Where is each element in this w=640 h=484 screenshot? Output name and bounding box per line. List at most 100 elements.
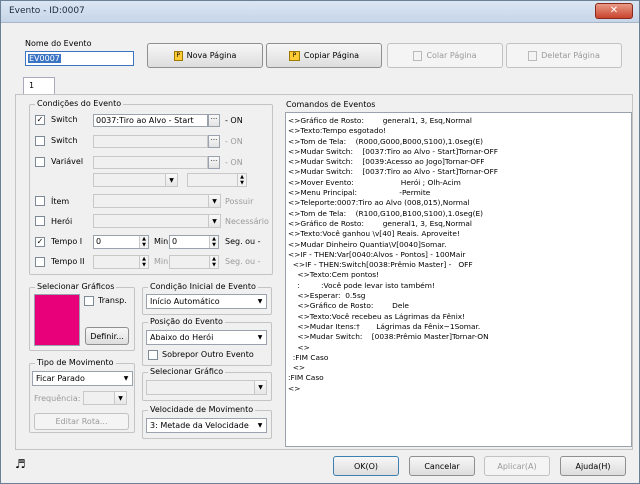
variable-browse-button[interactable]: ··· — [208, 156, 220, 169]
command-line[interactable]: <>Mover Evento: Herói ; Olh-Acim — [288, 178, 629, 188]
new-page-icon: P — [173, 50, 183, 61]
chevron-down-icon: ▼ — [254, 331, 266, 344]
command-line[interactable]: <>Gráfico de Rosto: general1, 3, Esq,Nor… — [288, 219, 629, 229]
command-line[interactable]: <>Teleporte:0007:Tiro ao Alvo (008,015),… — [288, 198, 629, 208]
help-label: Ajuda(H) — [575, 461, 611, 471]
chevron-down-icon: ▼ — [254, 381, 266, 394]
event-name-input[interactable]: EV0007 — [25, 51, 134, 66]
variable-operator-select[interactable]: ▼ — [93, 173, 178, 187]
commands-list[interactable]: <>Gráfico de Rosto: general1, 3, Esq,Nor… — [285, 112, 632, 447]
chevron-down-icon: ▼ — [254, 419, 266, 432]
chevron-down-icon: ▼ — [165, 174, 177, 186]
command-line[interactable]: <>Mudar Switch: [0039:Acesso ao Jogo]Tor… — [288, 157, 629, 167]
timer2-checkbox[interactable] — [35, 257, 45, 267]
spinner-icon[interactable]: ▲ ▼ — [139, 256, 148, 268]
command-line[interactable]: <>Texto:Tempo esgotado! — [288, 126, 629, 136]
switch2-browse-button[interactable]: ··· — [208, 135, 220, 148]
command-line[interactable]: <>IF - THEN:Switch[0038:Prêmio Master] -… — [288, 260, 629, 270]
spinner-icon[interactable]: ▲ ▼ — [209, 236, 218, 248]
overlap-checkbox[interactable] — [148, 350, 158, 360]
command-line[interactable]: <>Esperar: 0.5sg — [288, 291, 629, 301]
command-line[interactable]: :FIM Caso — [288, 353, 629, 363]
apply-button[interactable]: Aplicar(A) — [484, 456, 550, 476]
variable-field[interactable] — [93, 156, 208, 169]
frequency-select[interactable]: ▼ — [83, 391, 127, 405]
timer1-minutes-field[interactable]: 0 ▲ ▼ — [93, 235, 149, 249]
graphic-preview[interactable] — [34, 294, 80, 346]
movement-type-select[interactable]: Ficar Parado ▼ — [32, 371, 133, 386]
copy-page-button[interactable]: P Copiar Página — [266, 43, 382, 68]
movement-type-value: Ficar Parado — [36, 374, 85, 383]
timer2-seconds-field[interactable]: ▲ ▼ — [169, 255, 219, 269]
frequency-label: Frequência: — [34, 394, 81, 403]
event-position-select[interactable]: Abaixo do Herói ▼ — [146, 330, 267, 345]
variable-value-field[interactable]: ▲ ▼ — [187, 173, 247, 187]
cancel-button[interactable]: Cancelar — [409, 456, 475, 476]
transparent-checkbox[interactable] — [84, 296, 94, 306]
command-line[interactable]: <>Tom de Tela: (R100,G100,B100,S100),1.0… — [288, 209, 629, 219]
movement-type-label: Tipo de Movimento — [35, 358, 116, 368]
timer1-minutes-value: 0 — [96, 237, 102, 246]
command-line[interactable]: <> — [288, 384, 629, 394]
timer1-seconds-field[interactable]: 0 ▲ ▼ — [169, 235, 219, 249]
command-line[interactable]: <>Mudar Switch: [0037:Tiro ao Alvo - Sta… — [288, 147, 629, 157]
hero-select[interactable]: ▼ — [93, 214, 221, 228]
command-line[interactable]: <>Menu Principal: -Permite — [288, 188, 629, 198]
paste-page-button[interactable]: Colar Página — [387, 43, 503, 68]
item-checkbox[interactable] — [35, 196, 45, 206]
close-button[interactable]: ✕ — [595, 3, 633, 19]
edit-route-button[interactable]: Editar Rota... — [34, 413, 129, 430]
chevron-down-icon: ▼ — [208, 215, 220, 227]
paste-page-label: Colar Página — [426, 51, 477, 60]
timer1-checkbox[interactable]: ✓ — [35, 237, 45, 247]
select-graphic-select[interactable]: ▼ — [146, 380, 267, 395]
command-line[interactable]: <>Tom de Tela: (R000,G000,B000,S100),1.0… — [288, 137, 629, 147]
tab-page-1-label: 1 — [29, 81, 35, 90]
command-line[interactable]: <> — [288, 363, 629, 373]
define-graphic-button[interactable]: Definir... — [85, 327, 129, 345]
switch2-checkbox[interactable] — [35, 136, 45, 146]
command-line[interactable]: <>Texto:Você ganhou \v[40] Reais. Aprove… — [288, 229, 629, 239]
timer2-minutes-field[interactable]: ▲ ▼ — [93, 255, 149, 269]
item-select[interactable]: ▼ — [93, 194, 221, 208]
movement-speed-select[interactable]: 3: Metade da Velocidade ▼ — [146, 418, 267, 433]
command-line[interactable]: <> — [288, 343, 629, 353]
spinner-icon[interactable]: ▲ ▼ — [139, 236, 148, 248]
spinner-icon[interactable]: ▲ ▼ — [237, 174, 246, 186]
hero-label: Herói — [51, 217, 73, 226]
command-line[interactable]: <>IF - THEN:Var[0040:Alvos - Pontos] - 1… — [288, 250, 629, 260]
start-condition-select[interactable]: Início Automático ▼ — [146, 294, 267, 309]
delete-page-button[interactable]: Deletar Página — [506, 43, 622, 68]
title-bar: Evento - ID:0007 ✕ — [1, 1, 639, 23]
item-suffix: Possuir — [225, 197, 254, 206]
apply-label: Aplicar(A) — [497, 461, 537, 471]
command-line[interactable]: <>Mudar Switch: [0037:Tiro ao Alvo - Sta… — [288, 167, 629, 177]
tab-page-1[interactable]: 1 — [23, 77, 55, 95]
command-line[interactable]: <>Mudar Dinheiro Quantia\V[0040]Somar. — [288, 240, 629, 250]
copy-page-icon: P — [288, 50, 300, 61]
ok-button[interactable]: OK(O) — [333, 456, 399, 476]
command-line[interactable]: : :Você pode levar isto também! — [288, 281, 629, 291]
paste-page-icon — [413, 50, 423, 61]
command-line[interactable]: :FIM Caso — [288, 373, 629, 383]
switch1-field[interactable]: 0037:Tiro ao Alvo - Start — [93, 114, 208, 127]
switch2-field[interactable] — [93, 135, 208, 148]
command-line[interactable]: <>Mudar Itens:† Lágrimas da Fênix~1Somar… — [288, 322, 629, 332]
command-line[interactable]: <>Gráfico de Rosto: general1, 3, Esq,Nor… — [288, 116, 629, 126]
music-note-icon[interactable]: ♬ — [15, 457, 26, 471]
copy-page-label: Copiar Página — [303, 51, 360, 60]
command-line[interactable]: <>Texto:Você recebeu as Lágrimas da Fêni… — [288, 312, 629, 322]
command-line[interactable]: <>Texto:Cem pontos! — [288, 270, 629, 280]
new-page-button[interactable]: P Nova Página — [147, 43, 263, 68]
switch1-checkbox[interactable]: ✓ — [35, 115, 45, 125]
variable-checkbox[interactable] — [35, 157, 45, 167]
chevron-down-icon: ▼ — [120, 372, 132, 385]
spinner-icon[interactable]: ▲ ▼ — [209, 256, 218, 268]
hero-checkbox[interactable] — [35, 216, 45, 226]
help-button[interactable]: Ajuda(H) — [560, 456, 626, 476]
command-line[interactable]: <>Mudar Switch: [0038:Prêmio Master]Torn… — [288, 332, 629, 342]
switch1-browse-button[interactable]: ··· — [208, 114, 220, 127]
command-line[interactable]: <>Gráfico de Rosto: Dele — [288, 301, 629, 311]
start-condition-label: Condição Inicial de Evento — [148, 282, 258, 292]
event-name-group: Nome do Evento EV0007 — [23, 39, 135, 70]
